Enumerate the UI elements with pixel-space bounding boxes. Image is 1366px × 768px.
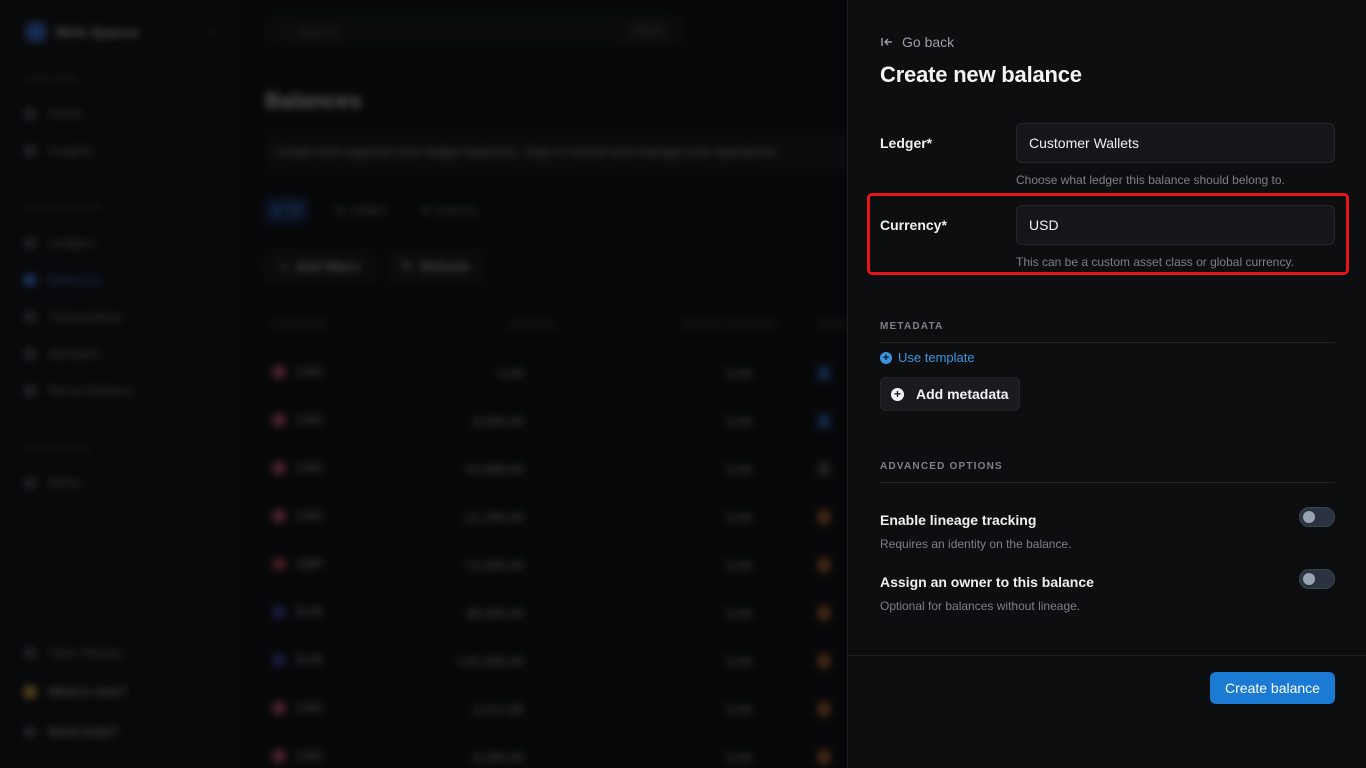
drawer-title: Create new balance (880, 62, 1082, 87)
create-balance-drawer: Go back Create new balance Ledger* Custo… (847, 0, 1366, 768)
toggle-knob (1303, 573, 1315, 585)
add-metadata-label: Add metadata (916, 386, 1009, 402)
lineage-toggle[interactable] (1299, 507, 1335, 527)
use-template-label: Use template (898, 350, 975, 365)
footer-divider (848, 655, 1366, 656)
create-balance-button[interactable]: Create balance (1210, 672, 1335, 704)
back-arrow-icon (881, 38, 892, 46)
currency-help: This can be a custom asset class or glob… (1016, 255, 1294, 269)
modal-overlay[interactable] (0, 0, 847, 768)
lineage-desc: Requires an identity on the balance. (880, 537, 1072, 551)
ledger-value: Customer Wallets (1029, 135, 1139, 151)
owner-toggle[interactable] (1299, 569, 1335, 589)
owner-desc: Optional for balances without lineage. (880, 599, 1081, 613)
ledger-field[interactable]: Customer Wallets (1016, 123, 1335, 163)
go-back-button[interactable]: Go back (880, 34, 954, 50)
plus-circle-icon: + (880, 351, 892, 364)
advanced-section-title: ADVANCED OPTIONS (880, 461, 1335, 483)
metadata-section-title: METADATA (880, 321, 1335, 343)
toggle-knob (1303, 511, 1315, 523)
owner-title: Assign an owner to this balance (880, 574, 1094, 590)
currency-value: USD (1029, 217, 1059, 233)
add-metadata-button[interactable]: + Add metadata (880, 377, 1020, 411)
use-template-link[interactable]: + Use template (880, 350, 975, 365)
currency-label: Currency* (880, 217, 947, 233)
ledger-help: Choose what ledger this balance should b… (1016, 173, 1285, 187)
lineage-title: Enable lineage tracking (880, 512, 1037, 528)
plus-circle-icon: + (891, 387, 904, 401)
ledger-label: Ledger* (880, 135, 933, 151)
go-back-label: Go back (902, 34, 955, 50)
currency-field[interactable]: USD (1016, 205, 1335, 245)
